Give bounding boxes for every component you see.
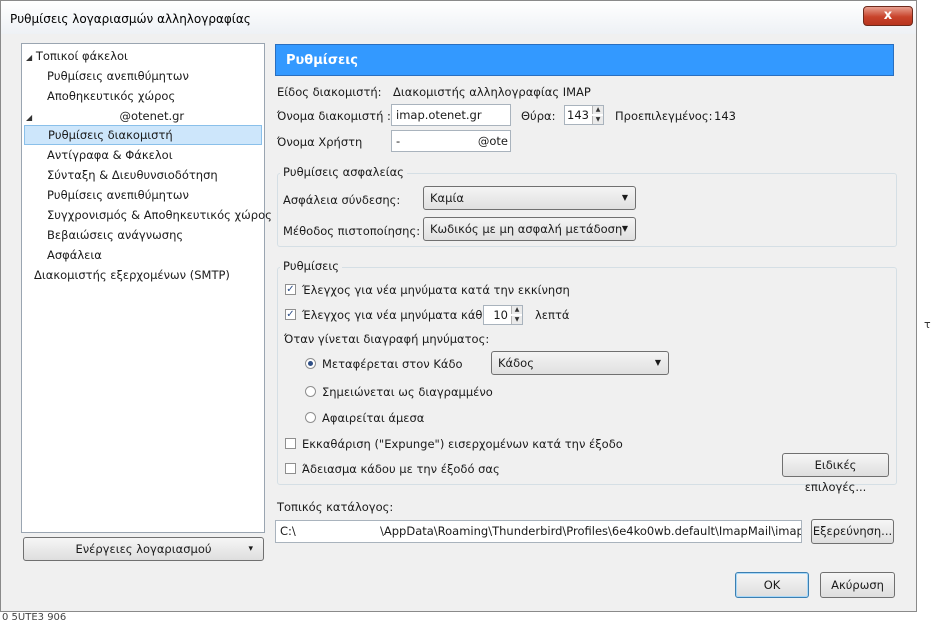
spin-down-icon[interactable]: ▼ bbox=[511, 316, 522, 324]
tree-item-account[interactable]: ◢ @otenet.gr bbox=[26, 106, 184, 126]
check-minutes-spinner[interactable]: 10 ▲ ▼ bbox=[483, 305, 523, 325]
remove-immediately-label: Αφαιρείται άμεσα bbox=[322, 411, 425, 425]
server-type-value: Διακομιστής αλληλογραφίας IMAP bbox=[393, 85, 591, 99]
username-prefix: - bbox=[396, 134, 401, 148]
spin-up-icon[interactable]: ▲ bbox=[592, 106, 603, 114]
title-bar: Ρυθμίσεις λογαριασμών αλληλογραφίας x bbox=[1, 1, 916, 34]
dropdown-arrow-icon: ▼ bbox=[621, 193, 628, 202]
check-minutes-value: 10 bbox=[493, 308, 508, 322]
mark-deleted-label: Σημειώνεται ως διαγραμμένο bbox=[322, 385, 493, 399]
auth-method-label: Μέθοδος πιστοποίησης: bbox=[283, 224, 421, 238]
connection-security-value: Καμία bbox=[430, 191, 464, 205]
close-button[interactable]: x bbox=[863, 6, 913, 26]
dropdown-arrow-icon: ▼ bbox=[654, 358, 661, 367]
move-to-trash-label: Μεταφέρεται στον Κάδο bbox=[322, 357, 463, 371]
tree-item-label: Τοπικοί φάκελοι bbox=[35, 49, 128, 63]
path-prefix: C:\ bbox=[280, 524, 296, 538]
tree-item-composition[interactable]: Σύνταξη & Διευθυνσιοδότηση bbox=[47, 165, 218, 185]
tree-item-junk-settings[interactable]: Ρυθμίσεις ανεπιθύμητων bbox=[47, 185, 189, 205]
panel-header: Ρυθμίσεις bbox=[275, 44, 894, 76]
expunge-checkbox[interactable] bbox=[285, 438, 296, 449]
tree-item-security[interactable]: Ασφάλεια bbox=[47, 245, 102, 265]
settings-group-title: Ρυθμίσεις bbox=[280, 259, 342, 273]
close-icon: x bbox=[883, 8, 893, 23]
check-every-checkbox[interactable]: ✓ bbox=[285, 309, 296, 320]
connection-security-select[interactable]: Καμία ▼ bbox=[423, 186, 636, 210]
collapse-triangle-icon[interactable]: ◢ bbox=[26, 53, 32, 62]
security-group-title: Ρυθμίσεις ασφαλείας bbox=[280, 165, 407, 179]
panel-title: Ρυθμίσεις bbox=[286, 53, 359, 68]
account-tree[interactable]: ◢ Τοπικοί φάκελοι Ρυθμίσεις ανεπιθύμητων… bbox=[21, 43, 272, 533]
account-actions-label: Ενέργειες λογαριασμού bbox=[75, 542, 212, 556]
local-directory-input[interactable]: C:\ \AppData\Roaming\Thunderbird\Profile… bbox=[275, 520, 802, 543]
spin-up-icon[interactable]: ▲ bbox=[511, 306, 522, 314]
trash-folder-value: Κάδος bbox=[498, 356, 534, 370]
tree-item-label: @otenet.gr bbox=[119, 109, 185, 123]
username-label: Όνομα Χρήστη bbox=[277, 135, 363, 149]
mark-deleted-radio[interactable] bbox=[305, 386, 316, 397]
tree-item-local-junk[interactable]: Ρυθμίσεις ανεπιθύμητων bbox=[47, 66, 189, 86]
cancel-button[interactable]: Ακύρωση bbox=[820, 572, 895, 598]
tree-item-local-storage[interactable]: Αποθηκευτικός χώρος bbox=[47, 86, 175, 106]
tree-item-server-settings[interactable]: Ρυθμίσεις διακομιστή bbox=[24, 125, 262, 145]
check-every-label: Έλεγχος για νέα μηνύματα κάθε bbox=[302, 308, 489, 322]
port-spinner[interactable]: 143 ▲ ▼ bbox=[564, 105, 604, 125]
browse-button[interactable]: Εξερεύνηση... bbox=[811, 519, 894, 544]
background-edge-text: τ bbox=[924, 318, 931, 331]
port-value: 143 bbox=[567, 108, 589, 122]
default-port-label: Προεπιλεγμένος: bbox=[615, 109, 713, 123]
username-input[interactable]: - @ote bbox=[391, 130, 511, 152]
connection-security-label: Ασφάλεια σύνδεσης: bbox=[283, 193, 401, 207]
server-type-label: Είδος διακομιστή: bbox=[277, 85, 382, 99]
delete-behaviour-label: Όταν γίνεται διαγραφή μηνύματος: bbox=[284, 332, 490, 346]
spin-down-icon[interactable]: ▼ bbox=[592, 116, 603, 124]
check-startup-checkbox[interactable]: ✓ bbox=[285, 284, 296, 295]
remove-immediately-radio[interactable] bbox=[305, 412, 316, 423]
auth-method-select[interactable]: Κωδικός με μη ασφαλή μετάδοση ▼ bbox=[423, 217, 636, 241]
server-name-input[interactable]: imap.otenet.gr bbox=[391, 104, 511, 126]
account-actions-button[interactable]: Ενέργειες λογαριασμού ▾ bbox=[23, 537, 264, 561]
collapse-triangle-icon[interactable]: ◢ bbox=[26, 113, 32, 122]
default-port-value: 143 bbox=[714, 109, 736, 123]
ok-button[interactable]: OK bbox=[735, 572, 809, 598]
empty-trash-checkbox[interactable] bbox=[285, 463, 296, 474]
dropdown-arrow-icon: ▼ bbox=[621, 224, 628, 233]
move-to-trash-radio[interactable] bbox=[305, 358, 316, 369]
redacted-area bbox=[35, 110, 116, 123]
path-value: \AppData\Roaming\Thunderbird\Profiles\6e… bbox=[380, 524, 802, 538]
auth-method-value: Κωδικός με μη ασφαλή μετάδοση bbox=[430, 222, 623, 236]
local-directory-label: Τοπικός κατάλογος: bbox=[277, 500, 394, 514]
dropdown-arrow-icon: ▾ bbox=[248, 544, 253, 554]
account-settings-dialog: Ρυθμίσεις λογαριασμών αλληλογραφίας x ◢ … bbox=[0, 0, 917, 612]
port-label: Θύρα: bbox=[521, 109, 556, 123]
minutes-label: λεπτά bbox=[535, 308, 570, 322]
expunge-label: Εκκαθάριση ("Expunge") εισερχομένων κατά… bbox=[302, 437, 623, 451]
advanced-button[interactable]: Ειδικές επιλογές... bbox=[782, 453, 889, 494]
trash-folder-select[interactable]: Κάδος ▼ bbox=[491, 351, 669, 375]
background-status-text: 0 5UTE3 906 bbox=[2, 612, 67, 623]
window-title: Ρυθμίσεις λογαριασμών αλληλογραφίας bbox=[10, 12, 251, 26]
empty-trash-label: Άδειασμα κάδου με την έξοδό σας bbox=[302, 462, 500, 476]
check-startup-label: Έλεγχος για νέα μηνύματα κατά την εκκίνη… bbox=[302, 283, 570, 297]
tree-item-local-folders[interactable]: ◢ Τοπικοί φάκελοι bbox=[26, 46, 128, 66]
server-name-label: Όνομα διακομιστή : bbox=[277, 109, 391, 123]
username-value: @ote bbox=[477, 134, 508, 148]
tree-item-smtp[interactable]: Διακομιστής εξερχομένων (SMTP) bbox=[34, 265, 230, 285]
tree-item-sync-storage[interactable]: Συγχρονισμός & Αποθηκευτικός χώρος bbox=[47, 205, 272, 225]
tree-item-copies-folders[interactable]: Αντίγραφα & Φάκελοι bbox=[47, 145, 173, 165]
tree-item-return-receipts[interactable]: Βεβαιώσεις ανάγνωσης bbox=[47, 225, 183, 245]
